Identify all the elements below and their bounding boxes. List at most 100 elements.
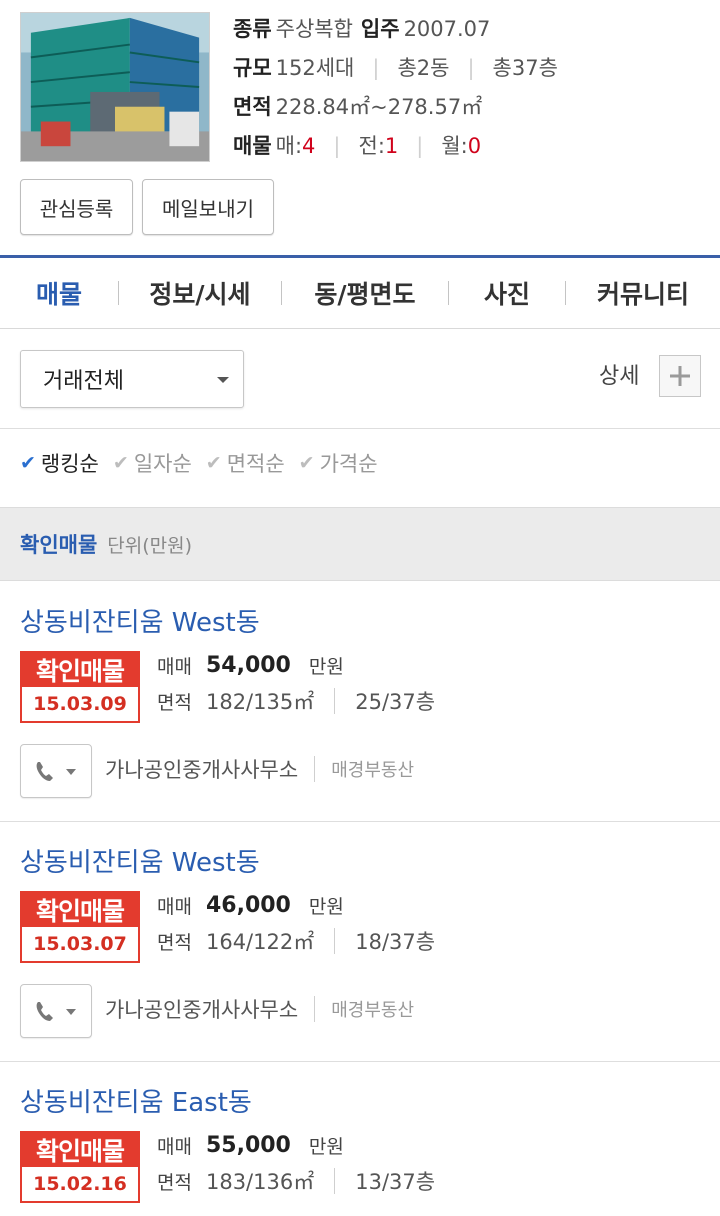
divider-line [0,428,720,429]
detail-expand-button[interactable] [659,355,701,397]
check-icon: ✔ [298,452,315,474]
floor-value: 18/37층 [355,930,436,954]
tab-label: 사진 [483,280,530,309]
area-label: 면적 [157,1171,192,1194]
call-button[interactable] [20,984,92,1038]
stamp-label: 확인매물 [22,893,138,927]
sale-label: 매: [275,134,303,158]
favorite-button[interactable]: 관심등록 [20,179,133,235]
deal-label: 매매 [157,1136,192,1158]
jeonse-count[interactable]: 1 [385,133,398,160]
check-icon: ✔ [205,452,222,474]
listing-item[interactable]: 상동비잔티움 West동 확인매물 15.03.09 매매 54,000 만원 … [0,602,720,822]
agency-name: 가나공인중개사사무소 [105,758,299,782]
monthly-label: 월: [441,134,468,158]
verified-stamp: 확인매물 15.03.09 [20,651,140,723]
tab-listings[interactable]: 매물 [0,258,118,328]
agency-name: 가나공인중개사사무소 [105,998,299,1022]
currency-label: 만원 [308,896,344,918]
tab-photos[interactable]: 사진 [449,258,565,328]
phone-icon [36,1002,76,1021]
stamp-date: 15.03.09 [33,693,127,715]
sale-count[interactable]: 4 [302,133,315,160]
floors-value: 총37층 [492,56,558,80]
tab-building-floorplan[interactable]: 동/평면도 [282,258,448,328]
section-unit: 단위(만원) [107,534,193,557]
divider [334,1168,336,1194]
area-line: 면적 182/135㎡ 25/37층 [157,686,435,716]
sort-price[interactable]: ✔ 가격순 [299,448,378,478]
sort-options: ✔ 랭킹순 ✔ 일자순 ✔ 면적순 ✔ 가격순 [20,448,392,478]
stamp-date: 15.03.07 [33,933,127,955]
movein-value: 2007.07 [403,17,491,41]
agency-line: 가나공인중개사사무소 매경부동산 [105,754,414,784]
tab-label: 동/평면도 [314,280,416,309]
type-value: 주상복합 [275,17,353,41]
sort-label: 면적순 [226,452,285,476]
jeonse-label: 전: [358,134,385,158]
area-value: 228.84㎡~278.57㎡ [275,95,483,119]
divider-line [0,821,720,822]
buildings-value: 총2동 [397,56,450,80]
currency-label: 만원 [308,1136,344,1158]
scale-label: 규모 [233,56,272,80]
listing-item[interactable]: 상동비잔티움 West동 확인매물 15.03.07 매매 46,000 만원 … [0,842,720,1062]
currency-label: 만원 [308,656,344,678]
info-row-area: 면적 228.84㎡~278.57㎡ [233,88,558,127]
tab-label: 매물 [35,280,82,309]
divider: | [467,56,475,80]
divider [314,756,316,782]
area-label: 면적 [233,95,272,119]
area-line: 면적 183/136㎡ 13/37층 [157,1166,435,1196]
chevron-down-icon [217,377,229,383]
divider [334,928,336,954]
deal-type-select[interactable]: 거래전체 [20,350,244,408]
divider: | [333,134,341,158]
sort-date[interactable]: ✔ 일자순 [113,448,192,478]
listing-item[interactable]: 상동비잔티움 East동 확인매물 15.02.16 매매 55,000 만원 … [0,1082,720,1216]
tab-community[interactable]: 커뮤니티 [566,258,720,328]
info-row-type: 종류 주상복합 입주 2007.07 [233,10,558,49]
area-value: 182/135㎡ [205,690,315,714]
email-button[interactable]: 메일보내기 [142,179,274,235]
listing-name[interactable]: 상동비잔티움 West동 [20,842,260,879]
price-value: 55,000 [205,1133,291,1158]
sort-ranking[interactable]: ✔ 랭킹순 [20,448,99,478]
check-icon: ✔ [112,452,129,474]
call-button[interactable] [20,744,92,798]
verified-stamp: 확인매물 15.03.07 [20,891,140,963]
tab-info-price[interactable]: 정보/시세 [119,258,281,328]
type-label: 종류 [233,17,272,41]
listings-label: 매물 [233,134,272,158]
info-row-listings: 매물 매: 4 | 전: 1 | 월: 0 [233,127,558,166]
verified-stamp: 확인매물 15.02.16 [20,1131,140,1203]
detail-label[interactable]: 상세 [599,358,639,390]
deal-label: 매매 [157,896,192,918]
area-value: 164/122㎡ [205,930,315,954]
sort-area[interactable]: ✔ 면적순 [206,448,285,478]
divider: | [372,56,380,80]
listing-name[interactable]: 상동비잔티움 East동 [20,1082,252,1119]
sort-label: 가격순 [319,452,378,476]
phone-icon [36,762,76,781]
stamp-label: 확인매물 [22,653,138,687]
households-value: 152세대 [275,56,355,80]
tab-bar: 매물 정보/시세 동/평면도 사진 커뮤니티 [0,255,720,329]
floor-value: 25/37층 [355,690,436,714]
price-value: 46,000 [205,893,291,918]
check-icon: ✔ [20,452,36,474]
area-value: 183/136㎡ [205,1170,315,1194]
price-line: 매매 46,000 만원 [157,892,358,919]
movein-label: 입주 [360,17,400,41]
stamp-label: 확인매물 [22,1133,138,1167]
tab-label: 정보/시세 [149,280,251,309]
agency-line: 가나공인중개사사무소 매경부동산 [105,994,414,1024]
area-label: 면적 [157,691,192,714]
tab-label: 커뮤니티 [596,280,689,309]
floor-value: 13/37층 [355,1170,436,1194]
info-row-scale: 규모 152세대 | 총2동 | 총37층 [233,49,558,88]
divider-line [0,1061,720,1062]
monthly-count[interactable]: 0 [468,133,481,160]
listing-name[interactable]: 상동비잔티움 West동 [20,602,260,639]
plus-icon [670,366,690,386]
